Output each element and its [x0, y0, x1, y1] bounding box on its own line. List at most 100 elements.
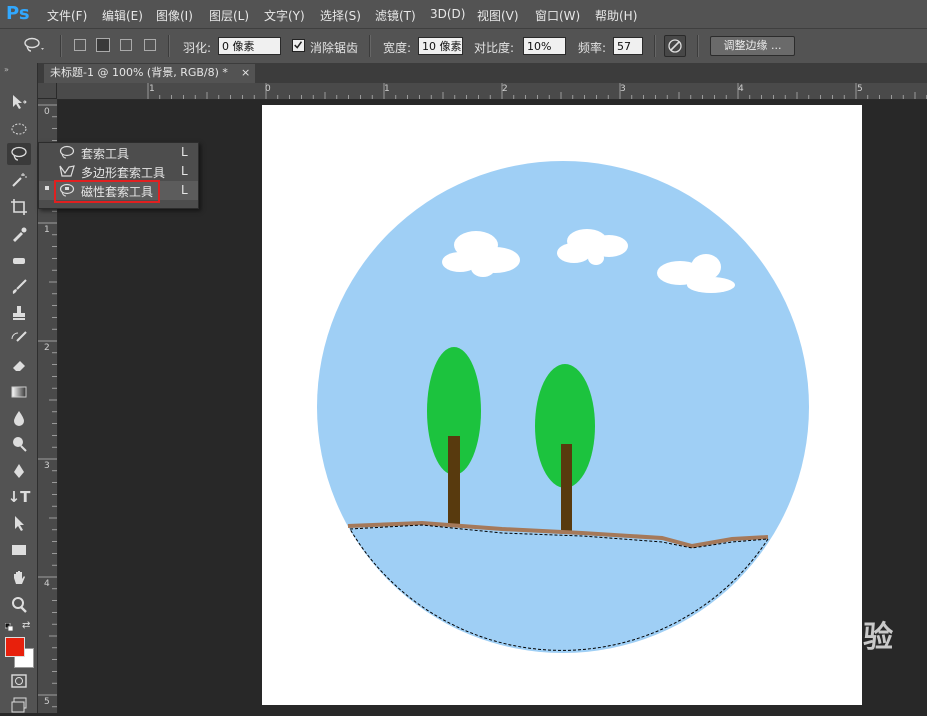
flyout-item-label: 多边形套索工具: [81, 166, 166, 180]
flyout-item-label: 套索工具: [81, 147, 130, 161]
ruler-h-label: 2: [502, 84, 508, 94]
move-tool[interactable]: [7, 91, 31, 113]
frequency-input[interactable]: 57: [613, 37, 643, 55]
tree-trunk: [561, 444, 572, 533]
quick-selection-tool[interactable]: [7, 169, 31, 191]
menu-3d[interactable]: 3D(D): [430, 7, 465, 21]
add-to-selection-button[interactable]: [96, 38, 110, 52]
feather-input[interactable]: 0 像素: [218, 37, 281, 55]
bandage-icon: [13, 258, 25, 264]
ruler-origin[interactable]: [38, 83, 57, 99]
ruler-h-label: 1: [384, 84, 390, 94]
pen-tool[interactable]: [7, 460, 31, 482]
foreground-color-swatch[interactable]: [5, 637, 25, 657]
intersect-selection-button[interactable]: [144, 39, 156, 51]
flyout-item-lasso[interactable]: 套索工具 L: [39, 143, 198, 162]
ruler-v-label: 1: [44, 225, 50, 235]
stamp-icon: [13, 306, 25, 320]
menu-view[interactable]: 视图(V): [477, 7, 519, 24]
lasso-tool[interactable]: [7, 143, 31, 165]
ruler-h-label: 4: [738, 84, 744, 94]
eyedropper-tool[interactable]: [7, 223, 31, 245]
magnetic-lasso-icon: [11, 146, 27, 161]
antialias-checkbox[interactable]: [292, 39, 305, 52]
pen-pressure-icon: [668, 39, 682, 53]
crop-icon: [11, 199, 27, 215]
frequency-label: 频率:: [578, 41, 607, 55]
flyout-item-shortcut: L: [181, 145, 188, 159]
ruler-h-label: 1: [149, 84, 155, 94]
menu-type[interactable]: 文字(Y): [264, 7, 305, 24]
hand-tool[interactable]: [7, 567, 31, 589]
close-tab-icon[interactable]: ×: [241, 64, 250, 82]
polygonal-lasso-icon: [59, 165, 75, 177]
clone-stamp-tool[interactable]: [7, 302, 31, 324]
dodge-tool[interactable]: [7, 433, 31, 455]
menu-image[interactable]: 图像(I): [156, 7, 193, 24]
ruler-v-label: 4: [44, 579, 50, 589]
pen-pressure-button[interactable]: [664, 35, 686, 57]
gradient-tool[interactable]: [7, 381, 31, 403]
menu-file[interactable]: 文件(F): [47, 7, 87, 24]
swap-colors-icon[interactable]: ⇄: [22, 620, 30, 631]
width-input[interactable]: 10 像素: [418, 37, 463, 55]
watermark: Bai du 经验 jingyan.baidu.com: [708, 612, 894, 668]
ruler-v-label: 2: [44, 343, 50, 353]
eraser-tool[interactable]: [7, 354, 31, 376]
refine-edge-button[interactable]: 调整边缘 ...: [710, 36, 795, 56]
new-selection-button[interactable]: [74, 39, 86, 51]
menu-edit[interactable]: 编辑(E): [102, 7, 143, 24]
history-brush-tool[interactable]: [7, 328, 31, 350]
path-selection-tool[interactable]: [7, 512, 31, 534]
gradient-icon: [11, 386, 27, 398]
contrast-input[interactable]: 10%: [523, 37, 566, 55]
menu-layer[interactable]: 图层(L): [209, 7, 249, 24]
blur-tool[interactable]: [7, 407, 31, 429]
flyout-item-shortcut: L: [181, 164, 188, 178]
antialias-label: 消除锯齿: [310, 41, 359, 55]
document-tab[interactable]: 未标题-1 @ 100% (背景, RGB/8) * ×: [44, 64, 255, 83]
quick-mask-icon: [11, 674, 27, 688]
subtract-selection-button[interactable]: [120, 39, 132, 51]
shape-tool[interactable]: [7, 539, 31, 561]
pen-icon: [14, 464, 24, 478]
ruler-v-label: 0: [44, 107, 50, 117]
menu-window[interactable]: 窗口(W): [535, 7, 580, 24]
healing-brush-tool[interactable]: [7, 250, 31, 272]
elliptical-marquee-icon: [11, 123, 27, 135]
horizontal-ruler: 1 0 1 2 3 4 5: [38, 83, 927, 100]
contrast-label: 对比度:: [474, 41, 515, 55]
move-icon: [13, 95, 27, 109]
selected-marker-icon: [45, 186, 49, 190]
arrow-pointer-icon: [15, 516, 24, 531]
menu-help[interactable]: 帮助(H): [595, 7, 637, 24]
watermark-logo: Bai du 经验: [708, 620, 895, 655]
menu-filter[interactable]: 滤镜(T): [375, 7, 416, 24]
tools-panel: » ↓T ⇄: [0, 63, 38, 713]
checkmark-icon: [294, 41, 303, 49]
eraser-icon: [13, 361, 25, 371]
tool-preset-picker[interactable]: [22, 36, 46, 56]
feather-label: 羽化:: [183, 41, 212, 55]
water-drop-icon: [14, 411, 24, 426]
brush-icon: [12, 279, 27, 294]
default-colors-icon: [4, 622, 14, 632]
document-tab-title: 未标题-1 @ 100% (背景, RGB/8) *: [50, 66, 228, 79]
quick-mask-button[interactable]: [7, 670, 31, 692]
type-tool[interactable]: ↓T: [7, 486, 31, 508]
menu-select[interactable]: 选择(S): [320, 7, 361, 24]
zoom-tool[interactable]: [7, 594, 31, 616]
crop-tool[interactable]: [7, 196, 31, 218]
tree-trunk: [448, 436, 460, 526]
ruler-v-label: 5: [44, 697, 50, 707]
collapse-panel-icon[interactable]: »: [4, 65, 9, 74]
options-bar: 羽化: 0 像素 消除锯齿 宽度: 10 像素 对比度: 10% 频率: 57 …: [0, 28, 927, 65]
width-label: 宽度:: [383, 41, 412, 55]
flyout-item-polygonal-lasso[interactable]: 多边形套索工具 L: [39, 162, 198, 181]
marquee-tool[interactable]: [7, 118, 31, 140]
default-colors-button[interactable]: [4, 621, 14, 632]
lasso-icon: [59, 145, 75, 159]
brush-tool[interactable]: [7, 276, 31, 298]
screen-mode-icon: [11, 697, 27, 713]
flyout-item-shortcut: L: [181, 183, 188, 197]
